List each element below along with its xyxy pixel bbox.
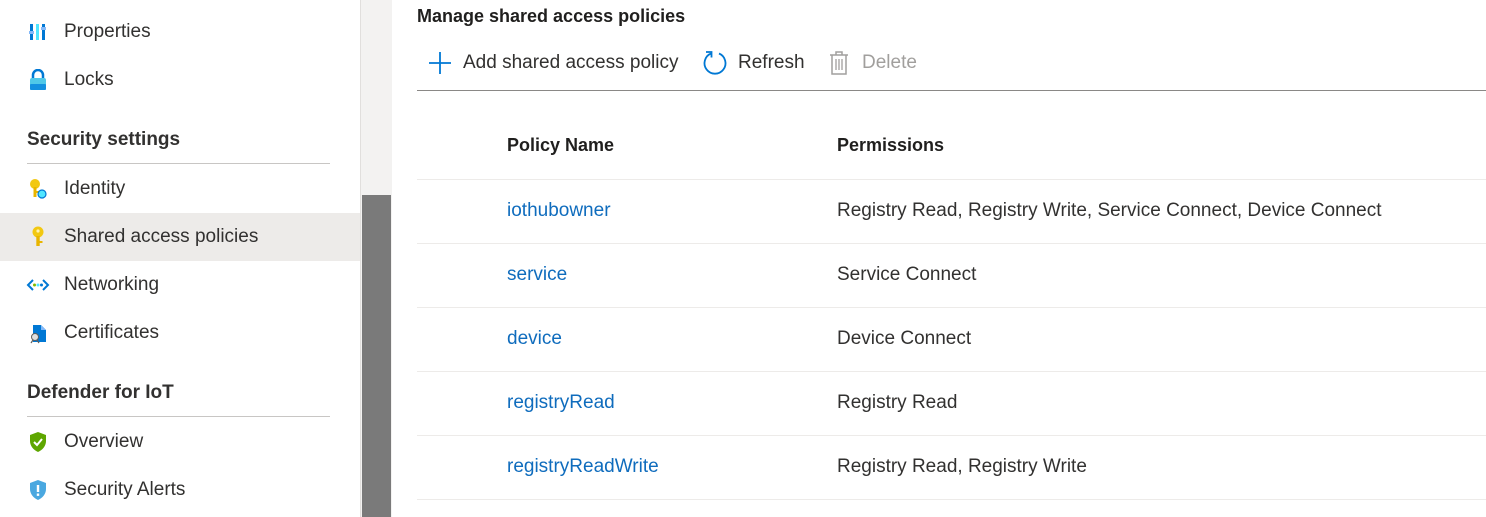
lock-icon [26,68,50,92]
sidebar-item-label: Identity [64,178,126,199]
table-row[interactable]: service Service Connect [417,243,1486,308]
column-header-policy-name[interactable]: Policy Name [507,135,614,156]
sidebar-item-networking[interactable]: Networking [0,261,360,309]
sidebar-item-overview[interactable]: Overview [0,418,360,466]
section-header-defender-for-iot: Defender for IoT [27,382,174,403]
policy-name-link[interactable]: registryRead [507,392,615,414]
refresh-icon [702,50,728,76]
section-divider [27,416,330,417]
policy-name-link[interactable]: registryReadWrite [507,456,659,478]
delete-button[interactable]: Delete [826,46,917,80]
policy-permissions: Registry Read, Registry Write, Service C… [837,200,1382,221]
sidebar-item-label: Shared access policies [64,226,259,247]
policy-name-link[interactable]: device [507,328,562,350]
table-row[interactable]: iothubowner Registry Read, Registry Writ… [417,179,1486,244]
sidebar-item-security-alerts[interactable]: Security Alerts [0,466,360,514]
policy-permissions: Device Connect [837,328,972,349]
table-bottom-divider [417,499,1486,500]
policy-permissions: Service Connect [837,264,977,285]
sidebar-item-certificates[interactable]: Certificates [0,309,360,357]
sidebar-item-label: Properties [64,21,151,42]
identity-key-icon [26,177,50,201]
sidebar-item-label: Certificates [64,322,160,343]
policy-permissions: Registry Read, Registry Write [837,456,1087,477]
sidebar-item-label: Overview [64,431,144,452]
main-content: Manage shared access policies Add shared… [392,0,1486,517]
add-policy-label: Add shared access policy [463,52,679,73]
sidebar-item-label: Locks [64,69,114,90]
shield-check-icon [26,430,50,454]
refresh-button[interactable]: Refresh [702,46,805,80]
sidebar-scrollbar-thumb[interactable] [362,195,391,517]
sidebar: Properties Locks Security settings Ident… [0,0,360,517]
table-row[interactable]: registryRead Registry Read [417,371,1486,436]
delete-label: Delete [862,52,917,73]
table-row[interactable]: device Device Connect [417,307,1486,372]
sidebar-item-identity[interactable]: Identity [0,165,360,213]
refresh-label: Refresh [738,52,805,73]
networking-icon [26,273,50,297]
plus-icon [427,50,453,76]
section-header-security-settings: Security settings [27,129,181,150]
policy-permissions: Registry Read [837,392,958,413]
column-header-permissions[interactable]: Permissions [837,135,944,156]
table-row[interactable]: registryReadWrite Registry Read, Registr… [417,435,1486,500]
policy-name-link[interactable]: iothubowner [507,200,611,222]
section-divider [27,163,330,164]
sidebar-item-label: Security Alerts [64,479,186,500]
sidebar-item-locks[interactable]: Locks [0,56,360,104]
policy-name-link[interactable]: service [507,264,567,286]
sidebar-item-shared-access-policies[interactable]: Shared access policies [0,213,360,261]
add-policy-button[interactable]: Add shared access policy [427,46,678,80]
sidebar-item-label: Networking [64,274,160,295]
shield-alert-icon [26,478,50,502]
page-title: Manage shared access policies [417,6,686,26]
trash-icon [826,50,852,76]
certificate-icon [26,321,50,345]
toolbar-divider [417,90,1486,91]
sidebar-item-properties[interactable]: Properties [0,8,360,56]
key-icon [26,225,50,249]
properties-icon [26,20,50,44]
